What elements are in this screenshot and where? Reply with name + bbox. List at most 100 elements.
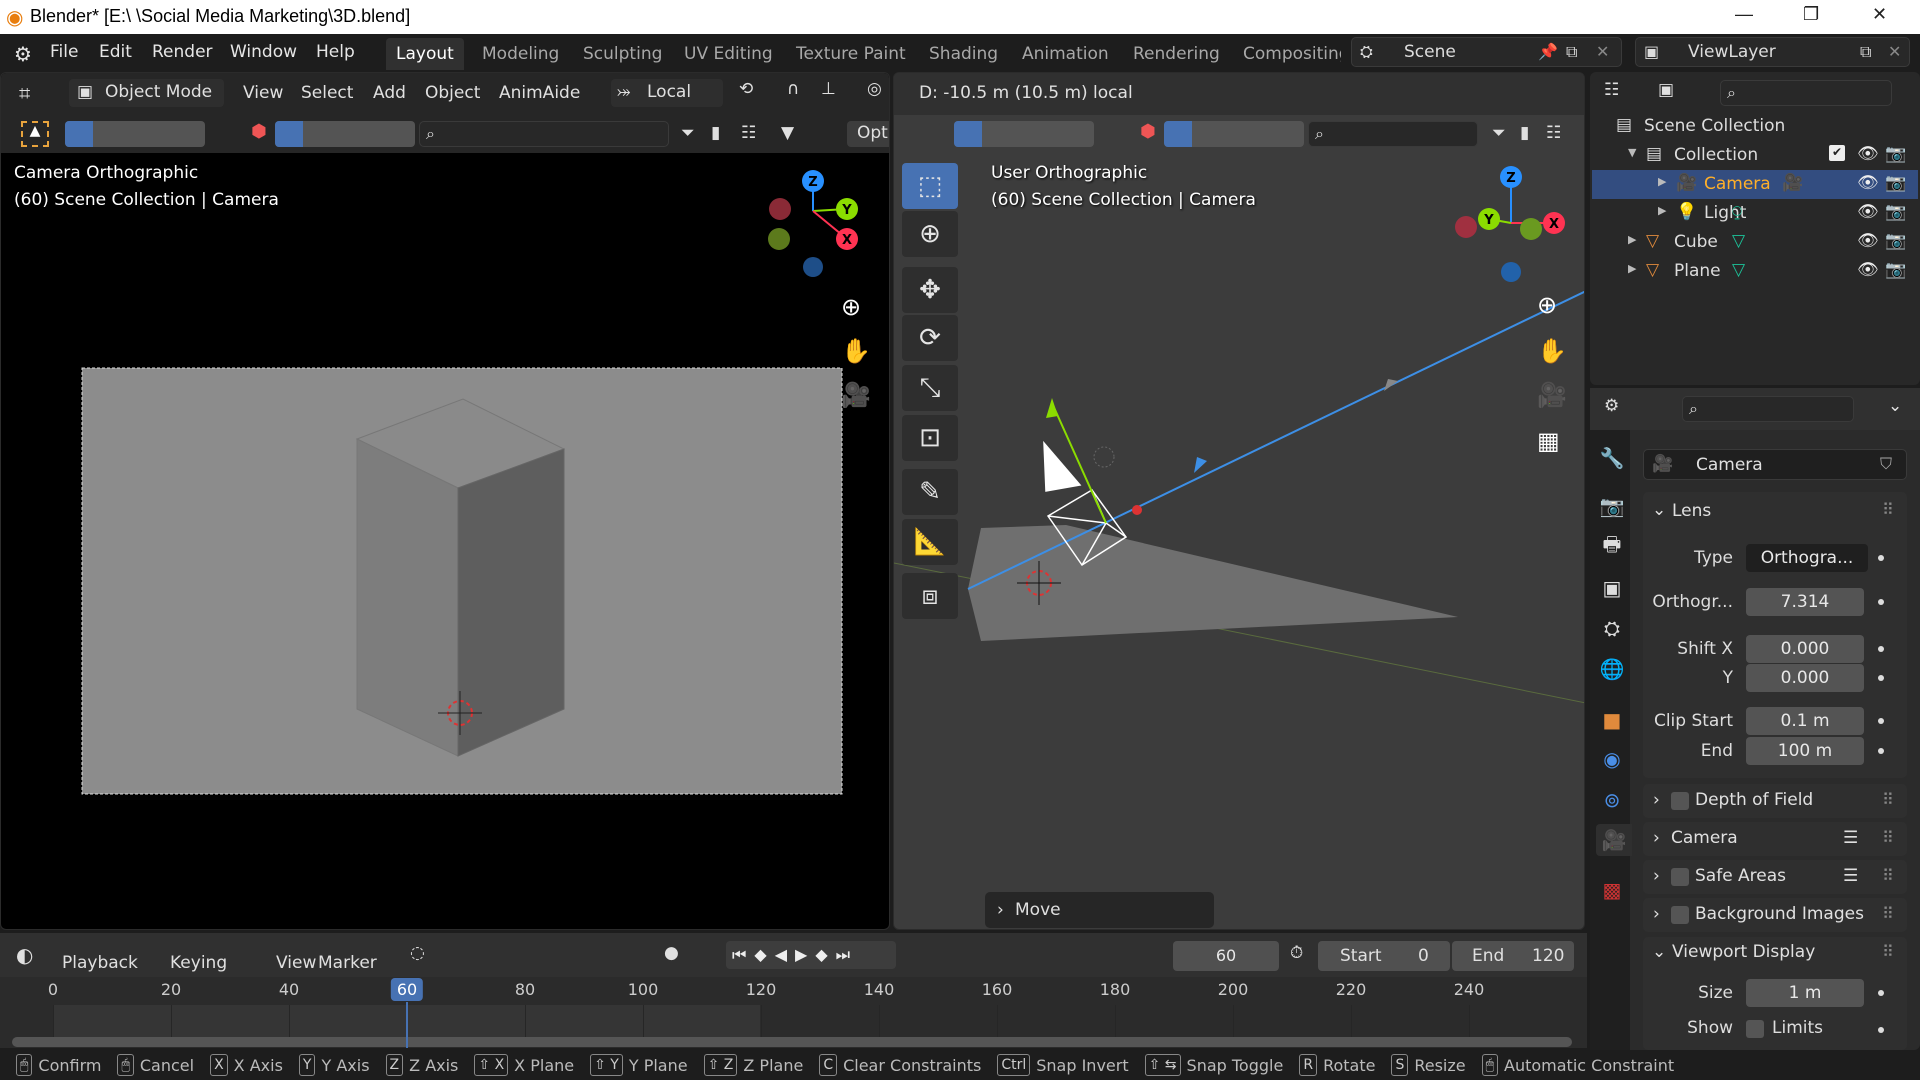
minimize-button[interactable]: — (1735, 4, 1753, 25)
blender-menu-icon[interactable]: ⚙ (14, 42, 32, 66)
workspace-tab-texture-paint[interactable]: Texture Paint (786, 38, 916, 70)
tool-tab-icon[interactable]: 🔧 (1596, 442, 1628, 474)
eye-visibility-icon[interactable]: 👁 (1857, 202, 1879, 222)
timeline-menu-playback[interactable]: Playback (62, 953, 138, 973)
keyframe-dot-icon[interactable] (1878, 1027, 1884, 1033)
cursor-tool[interactable]: ⊕ (902, 211, 958, 257)
workspace-tab-uv-editing[interactable]: UV Editing (674, 38, 783, 70)
measure-tool[interactable]: 📐 (902, 519, 958, 565)
shift-y-field[interactable]: 0.000 (1746, 664, 1864, 692)
world-tab-icon[interactable]: 🌐 (1596, 653, 1628, 685)
camera-view-icon[interactable]: 🎥 (841, 381, 871, 409)
pan-hand-icon[interactable]: ✋ (1537, 337, 1567, 365)
current-frame-field[interactable]: 60 (1173, 941, 1279, 971)
render-tab-icon[interactable]: 📷 (1596, 490, 1628, 522)
playhead-line[interactable] (406, 1002, 408, 1048)
drag-handle-icon[interactable]: ⠿ (1882, 904, 1894, 923)
auto-keying-icon[interactable]: ◌ (410, 943, 425, 963)
output-tab-icon[interactable]: 🖶 (1596, 531, 1628, 563)
timeline-menu-marker[interactable]: Marker (318, 953, 377, 973)
view-layer-selector[interactable]: ▣ ViewLayer ⧉ ✕ (1635, 37, 1910, 67)
outliner-row-collection[interactable]: ▼ ▤ Collection ✔ 👁 📷 (1592, 141, 1918, 170)
constraints-tab-icon[interactable]: ⊚ (1596, 784, 1628, 816)
limits-checkbox[interactable] (1746, 1020, 1764, 1038)
properties-search-field[interactable]: ⌕ (1682, 396, 1854, 422)
current-frame-indicator[interactable]: 60 (390, 978, 424, 1001)
timeline-menu-view[interactable]: View (276, 953, 316, 973)
select-box-tool[interactable]: ⬚ (902, 163, 958, 209)
record-keyframe-icon[interactable]: ● (664, 943, 679, 963)
keyframe-dot-icon[interactable] (1878, 990, 1884, 996)
workspace-tab-modeling[interactable]: Modeling (472, 38, 569, 70)
chevron-down-icon[interactable]: ⌄ (1652, 942, 1666, 962)
prev-keyframe-icon[interactable]: ◆ (754, 945, 774, 964)
panel-safe-areas[interactable]: › Safe Areas ☰ ⠿ (1643, 860, 1907, 894)
lens-type-dropdown[interactable]: Orthogra... (1746, 544, 1868, 572)
object-tab-icon[interactable]: ■ (1596, 704, 1628, 736)
presets-list-icon[interactable]: ☰ (1843, 828, 1858, 848)
drag-handle-icon[interactable]: ⠿ (1882, 828, 1894, 847)
chevron-down-icon[interactable]: ⌄ (1888, 396, 1902, 416)
panel-enable-checkbox[interactable] (1671, 906, 1689, 924)
play-icon[interactable]: ▶ (795, 945, 815, 964)
new-scene-icon[interactable]: ⧉ (1566, 42, 1577, 62)
navigation-gizmo[interactable]: Z Y X (768, 170, 858, 277)
pan-hand-icon[interactable]: ✋ (841, 337, 871, 365)
last-operator-panel[interactable]: › Move (985, 892, 1214, 928)
exclude-checkbox[interactable]: ✔ (1829, 145, 1845, 161)
physics-tab-icon[interactable]: ◉ (1596, 743, 1628, 775)
disclosure-triangle-icon[interactable]: ▼ (1628, 146, 1636, 159)
editor-type-icon[interactable]: ⚙ (1604, 396, 1619, 416)
eye-visibility-icon[interactable]: 👁 (1857, 144, 1879, 164)
restore-button[interactable]: ❐ (1803, 4, 1819, 25)
workspace-tab-compositing[interactable]: Compositing (1233, 38, 1341, 70)
camera-view-icon[interactable]: 🎥 (1537, 381, 1567, 409)
drag-handle-icon[interactable]: ⠿ (1882, 790, 1894, 809)
render-camera-icon[interactable]: 📷 (1885, 202, 1906, 222)
workspace-tab-sculpting[interactable]: Sculpting (573, 38, 672, 70)
object-data-icon[interactable]: ▽ (1732, 260, 1745, 280)
lens-panel-title[interactable]: Lens (1672, 501, 1711, 521)
pin-icon[interactable]: 📌 (1538, 42, 1558, 61)
playback-controls[interactable]: ⏮◆◀▶◆⏭ (726, 941, 896, 969)
object-data-icon[interactable]: ▽ (1732, 231, 1745, 251)
panel-background-images[interactable]: › Background Images ⠿ (1643, 898, 1907, 932)
menu-help[interactable]: Help (316, 42, 355, 62)
camera-data-tab-icon[interactable]: 🎥 (1596, 824, 1632, 856)
outliner-row-cube[interactable]: ▶ ▽ Cube ▽ 👁 📷 (1592, 228, 1918, 257)
panel-enable-checkbox[interactable] (1671, 792, 1689, 810)
keyframe-dot-icon[interactable] (1878, 748, 1884, 754)
transform-tool[interactable]: ⊡ (902, 415, 958, 461)
disclosure-triangle-icon[interactable]: ▶ (1658, 204, 1666, 217)
object-data-icon[interactable]: 🎥 (1782, 173, 1803, 193)
keyframe-dot-icon[interactable] (1878, 646, 1884, 652)
workspace-tab-shading[interactable]: Shading (919, 38, 1008, 70)
drag-handle-icon[interactable]: ⠿ (1882, 942, 1894, 961)
jump-end-icon[interactable]: ⏭ (836, 945, 858, 964)
menu-window[interactable]: Window (230, 42, 297, 62)
stopwatch-icon[interactable]: ⏱ (1290, 943, 1303, 963)
keyframe-dot-icon[interactable] (1878, 555, 1884, 561)
zoom-icon[interactable]: ⊕ (1537, 291, 1557, 319)
end-frame-field[interactable]: End 120 (1452, 941, 1574, 971)
timeline-menu-keying[interactable]: Keying (170, 953, 227, 973)
render-camera-icon[interactable]: 📷 (1885, 260, 1906, 280)
rotate-tool[interactable]: ⟳ (902, 315, 958, 361)
size-field[interactable]: 1 m (1746, 979, 1864, 1007)
outliner-row-plane[interactable]: ▶ ▽ Plane ▽ 👁 📷 (1592, 257, 1918, 286)
drag-handle-icon[interactable]: ⠿ (1882, 866, 1894, 885)
menu-edit[interactable]: Edit (99, 42, 132, 62)
ortho-grid-icon[interactable]: ▦ (1537, 427, 1560, 455)
eye-visibility-icon[interactable]: 👁 (1857, 173, 1879, 193)
timeline-scrollbar[interactable] (12, 1037, 1572, 1047)
workspace-tab-rendering[interactable]: Rendering (1123, 38, 1230, 70)
start-frame-field[interactable]: Start 0 (1318, 941, 1450, 971)
keyframe-dot-icon[interactable] (1878, 599, 1884, 605)
outliner-search-field[interactable]: ⌕ (1720, 80, 1892, 106)
3d-viewport[interactable]: D: -10.5 m (10.5 m) local ⬢ ⌕ ⏷ ▮ ☷ Z X … (893, 72, 1585, 930)
render-camera-icon[interactable]: 📷 (1885, 173, 1906, 193)
menu-render[interactable]: Render (152, 42, 213, 62)
fake-user-shield-icon[interactable]: ⛉ (1880, 454, 1892, 474)
disclosure-triangle-icon[interactable]: ▶ (1628, 233, 1636, 246)
panel-depth-of-field[interactable]: › Depth of Field ⠿ (1643, 784, 1907, 818)
